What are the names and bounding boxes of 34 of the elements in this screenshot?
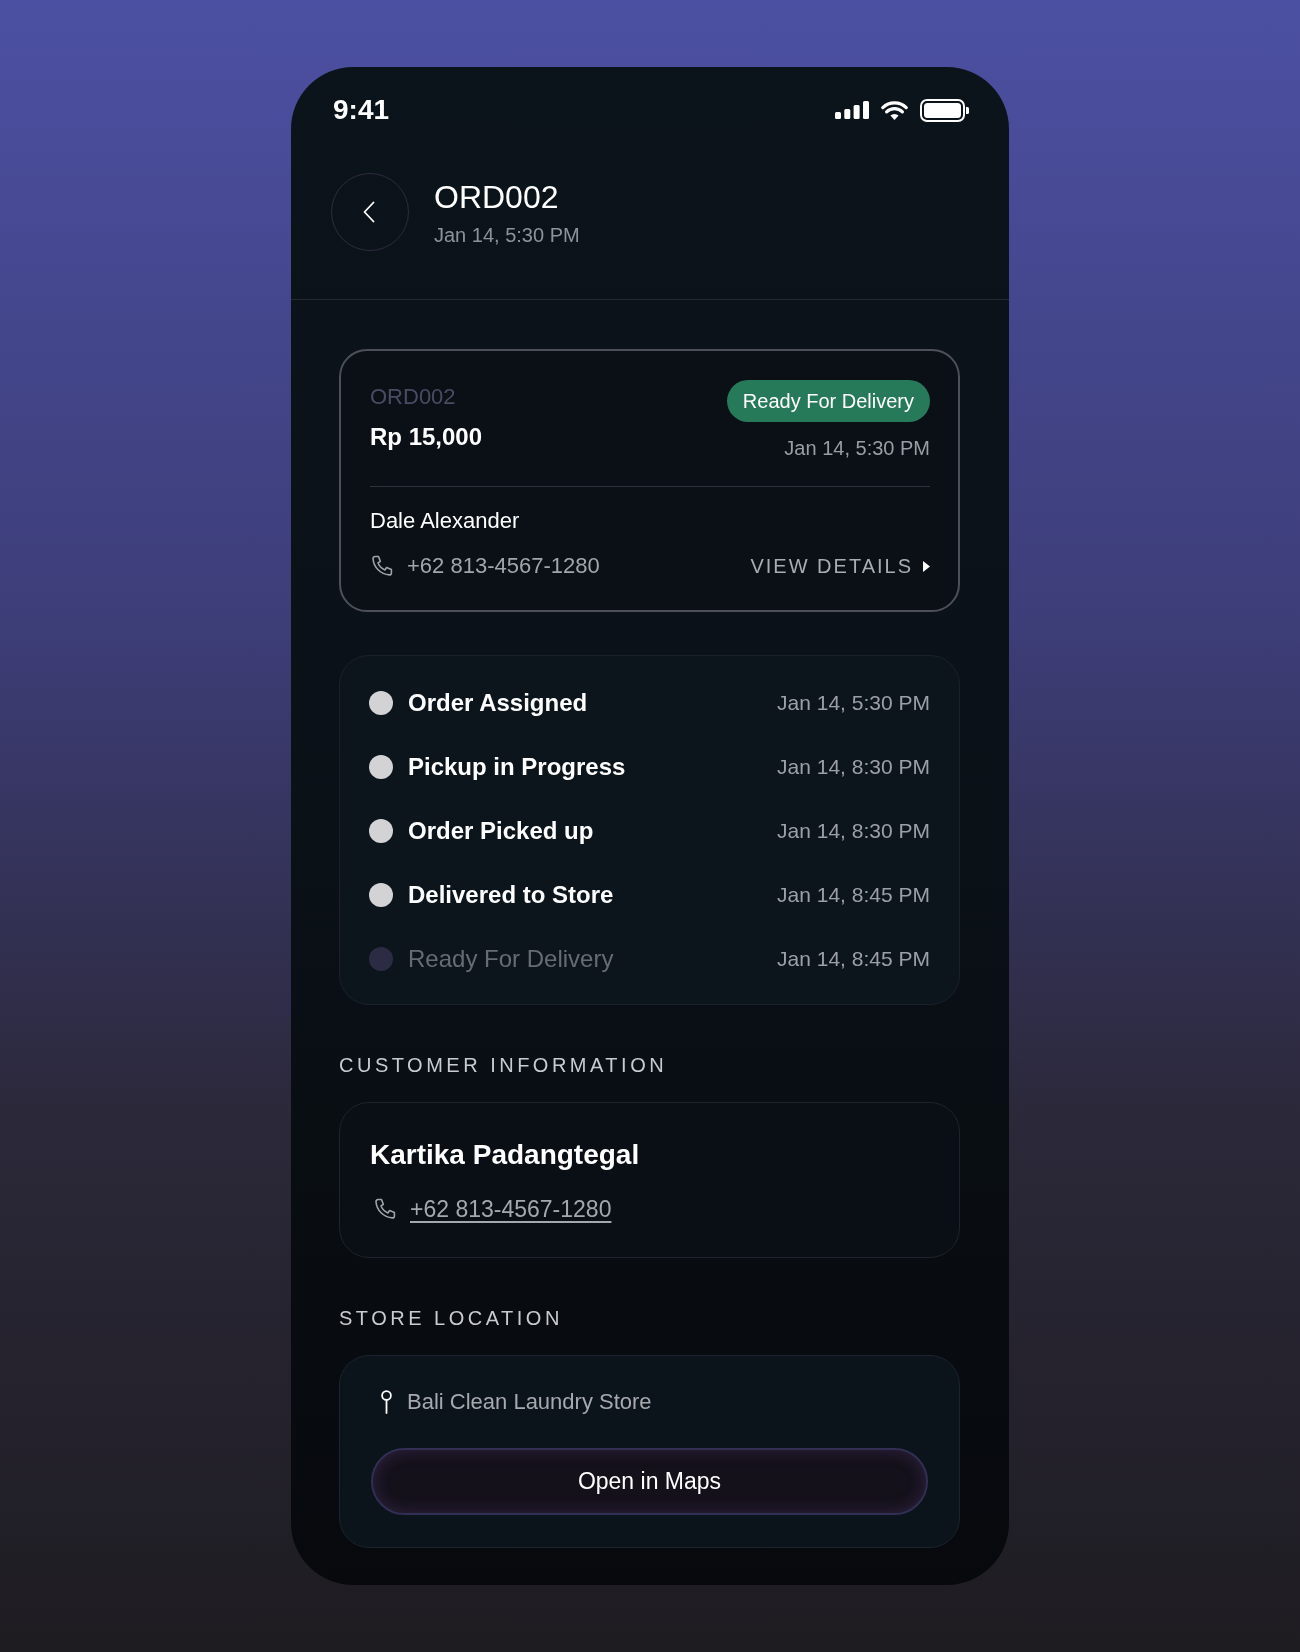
courier-name: Dale Alexander <box>370 507 521 535</box>
customer-phone-link[interactable]: +62 813-4567-1280 <box>410 1194 612 1224</box>
status-step-label: Delivered to Store <box>408 880 614 910</box>
courier-phone: +62 813-4567-1280 <box>407 552 600 580</box>
order-date: Jan 14, 5:30 PM <box>434 222 580 247</box>
chevron-left-icon <box>363 201 375 223</box>
store-name: Bali Clean Laundry Store <box>407 1388 652 1416</box>
status-step-time: Jan 14, 8:30 PM <box>777 754 930 780</box>
status-step-label: Pickup in Progress <box>408 752 626 782</box>
status-time: 9:41 <box>333 93 390 127</box>
status-step-time: Jan 14, 8:45 PM <box>777 882 930 908</box>
section-heading: CUSTOMER INFORMATION <box>339 1053 669 1077</box>
status-step-time: Jan 14, 8:30 PM <box>777 818 930 844</box>
battery-icon <box>920 98 969 122</box>
phone-icon <box>370 554 394 578</box>
open-maps-button[interactable]: Open in Maps <box>371 1448 928 1515</box>
phone-icon <box>373 1197 397 1221</box>
view-details-link[interactable]: VIEW DETAILS <box>750 552 930 580</box>
order-date: Jan 14, 5:30 PM <box>784 436 930 460</box>
status-step-label: Order Assigned <box>408 688 588 718</box>
status-step-time: Jan 14, 5:30 PM <box>777 690 930 716</box>
status-badge: Ready For Delivery <box>726 380 930 422</box>
status-step-label: Order Picked up <box>408 816 594 846</box>
pin-icon <box>380 1390 393 1414</box>
customer-name: Kartika Padangtegal <box>370 1138 641 1172</box>
order-amount: Rp 15,000 <box>370 422 483 452</box>
wifi-icon <box>881 100 908 120</box>
status-step-label: Ready For Delivery <box>408 944 614 974</box>
order-id: ORD002 <box>370 383 457 411</box>
signal-icon <box>835 101 869 119</box>
order-title: ORD002 <box>434 177 560 216</box>
caret-icon <box>923 560 930 572</box>
section-heading: STORE LOCATION <box>339 1306 564 1330</box>
status-step-time: Jan 14, 8:45 PM <box>777 946 930 972</box>
